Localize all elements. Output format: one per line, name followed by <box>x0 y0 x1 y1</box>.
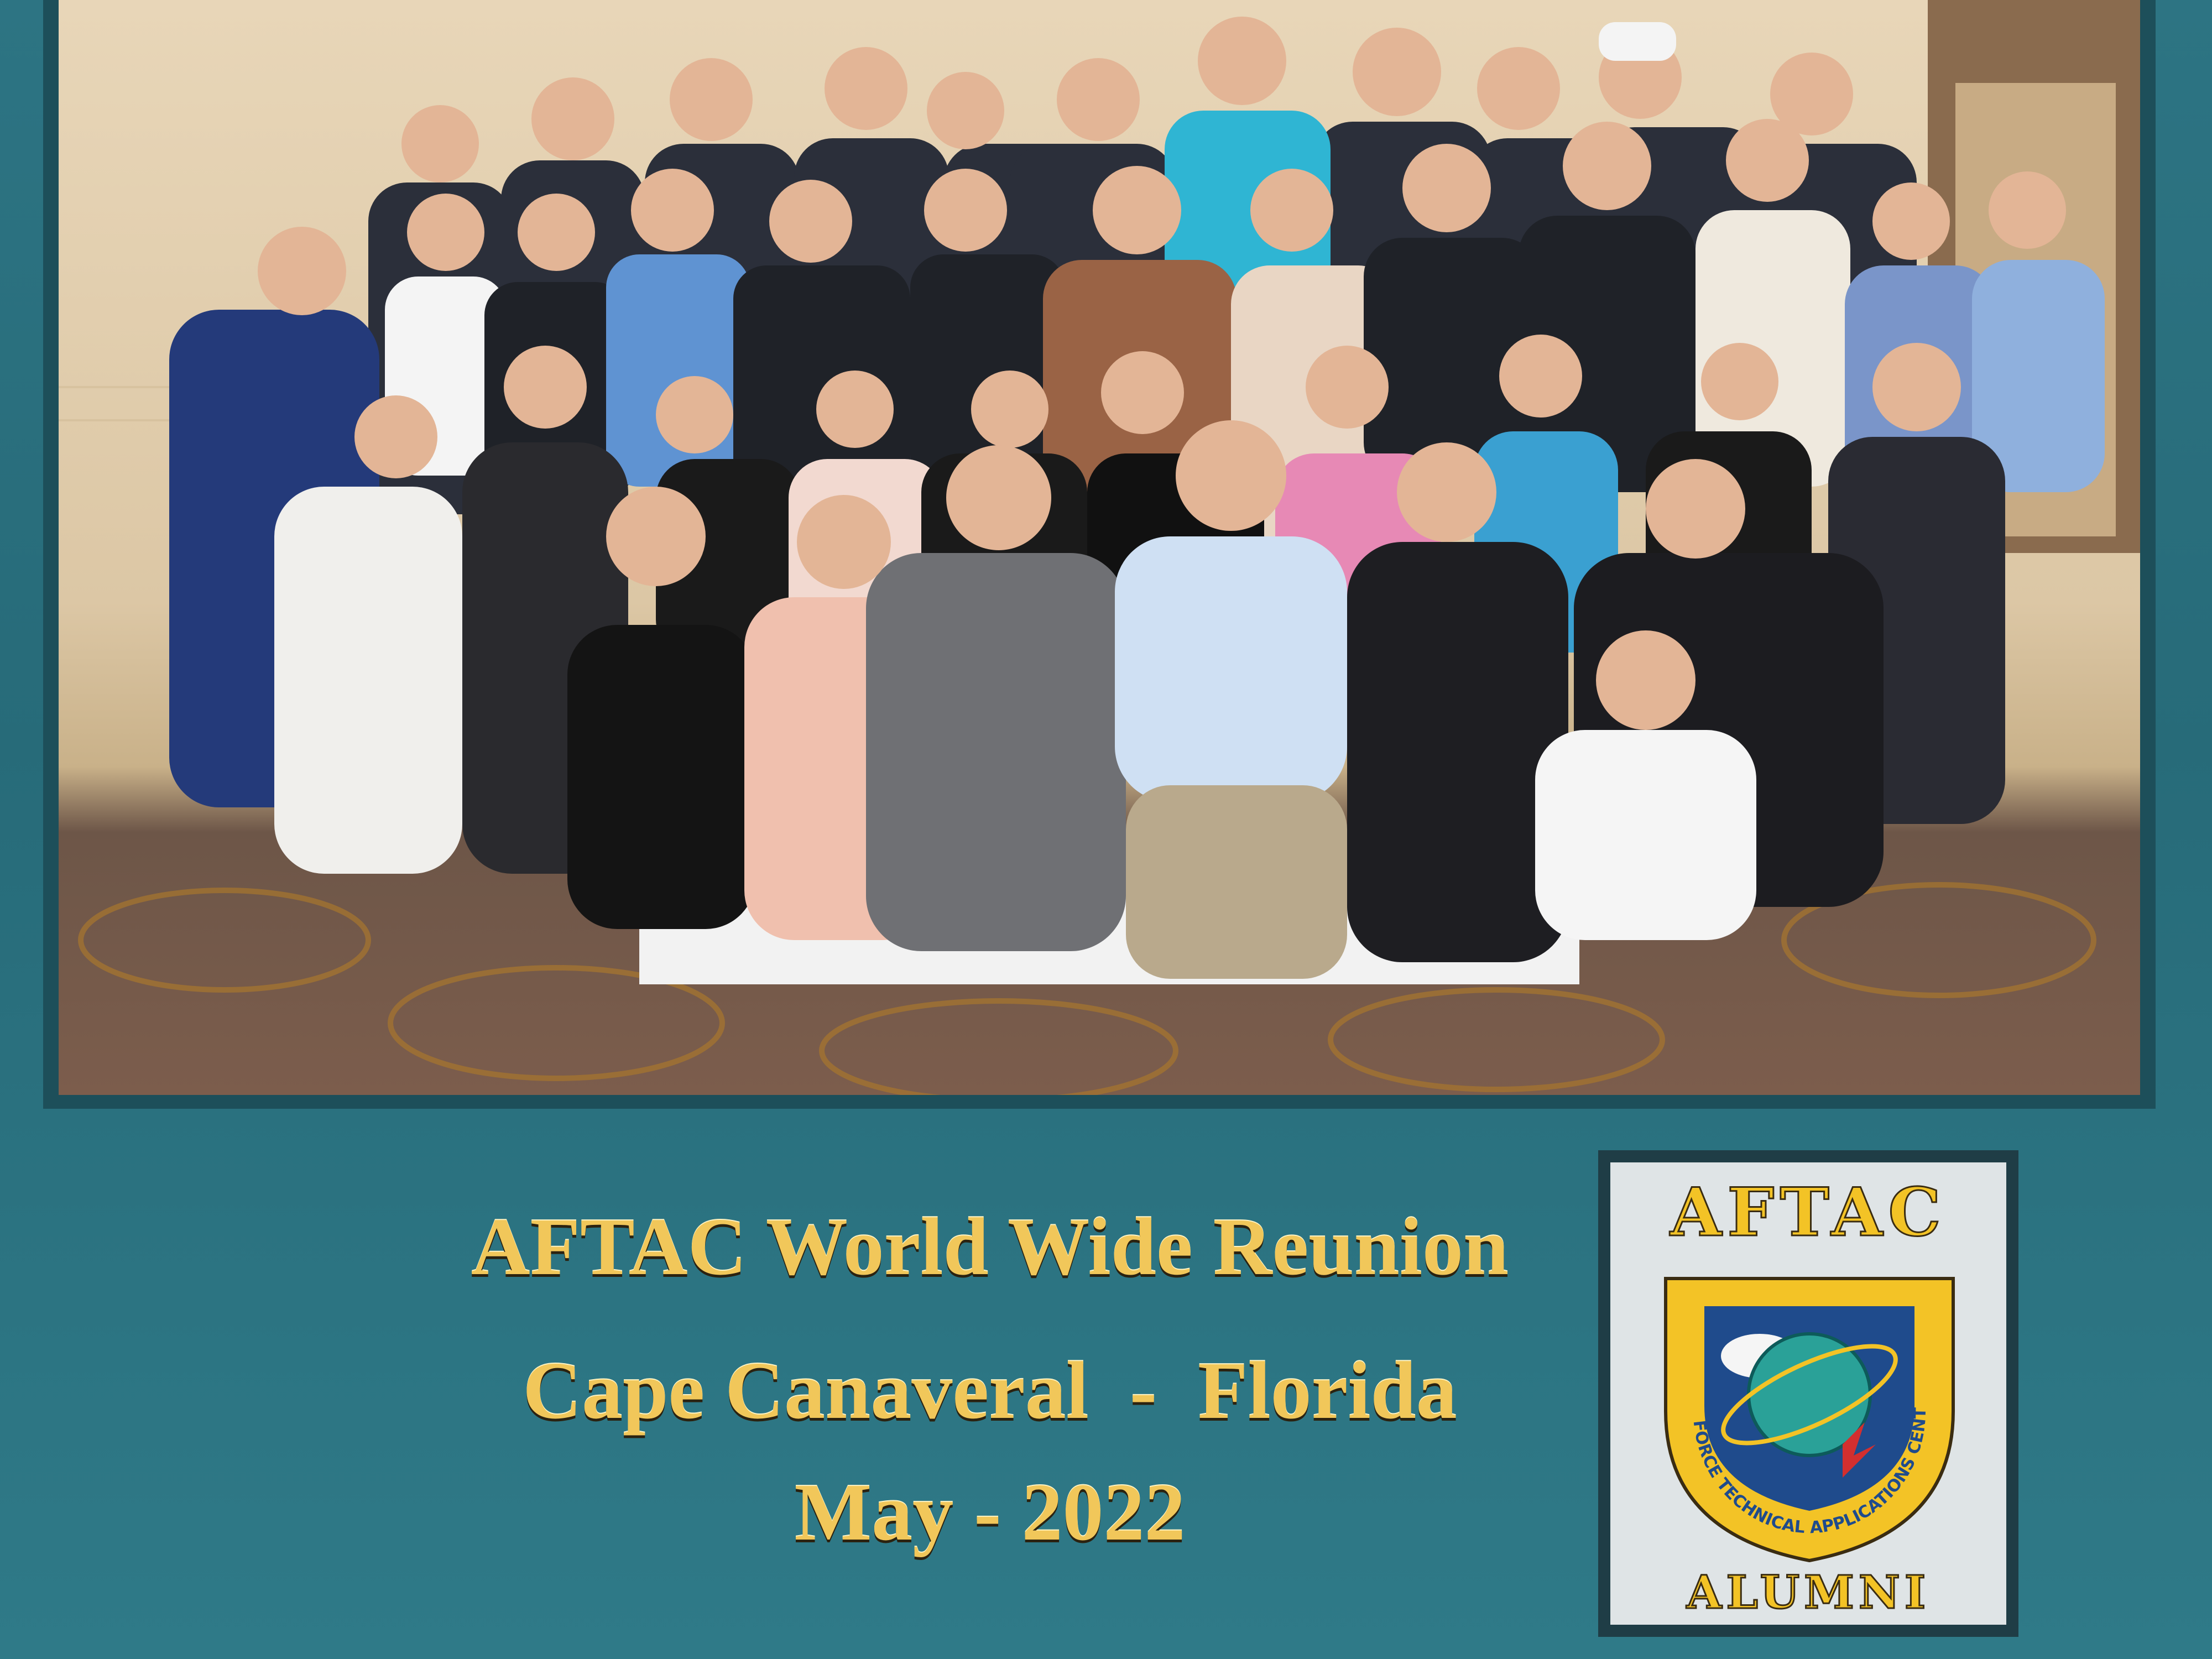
aftac-shield-emblem: AIR FORCE TECHNICAL APPLICATIONS CENTER <box>1644 1245 1955 1563</box>
caption-date: May - 2022 <box>794 1467 1186 1558</box>
aftac-alumni-patch: AFTAC AIR FORCE TECHNICAL APPLICATIONS C… <box>1598 1150 2018 1637</box>
patch-bottom-text: ALUMNI <box>1686 1566 1931 1620</box>
patch-top-text: AFTAC <box>1670 1173 1947 1253</box>
group-photo-illustration <box>59 0 2140 1095</box>
group-photo-frame <box>43 0 2156 1109</box>
group-photo <box>59 0 2140 1095</box>
caption-title: AFTAC World Wide Reunion <box>471 1202 1509 1292</box>
patch-background: AFTAC AIR FORCE TECHNICAL APPLICATIONS C… <box>1610 1162 2006 1625</box>
caption-location: Cape Canaveral - Florida <box>523 1345 1457 1436</box>
